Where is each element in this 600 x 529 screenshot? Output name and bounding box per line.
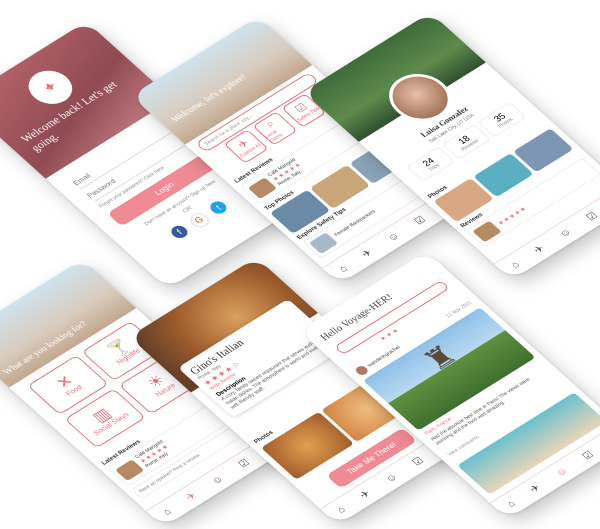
plane-icon[interactable]: ✈ <box>184 490 200 502</box>
plane-icon[interactable]: ✈ <box>532 243 548 255</box>
rating-stars: ★★★★★ <box>496 205 529 227</box>
checklist-icon[interactable]: ☑ <box>410 455 426 467</box>
review-thumbnail <box>114 458 144 481</box>
smile-icon[interactable]: ☺ <box>209 474 226 487</box>
home-icon[interactable]: ⌂ <box>508 259 522 270</box>
twitter-icon[interactable]: t <box>207 198 230 217</box>
avatar <box>353 364 370 377</box>
home-icon[interactable]: ⌂ <box>336 263 350 274</box>
checklist-icon[interactable]: ☑ <box>236 457 252 469</box>
smile-icon[interactable]: ☺ <box>553 466 570 479</box>
smile-icon[interactable]: ☺ <box>385 231 402 244</box>
google-icon[interactable]: G <box>186 210 213 231</box>
checklist-icon[interactable]: ☑ <box>580 449 596 461</box>
checklist-icon[interactable]: ☑ <box>412 214 428 226</box>
showcase-stage: ✦ Welcome back! Let's get going. Email P… <box>0 0 600 529</box>
facebook-icon[interactable]: f <box>168 223 191 241</box>
plane-icon[interactable]: ✈ <box>358 488 374 500</box>
home-icon[interactable]: ⌂ <box>160 506 174 517</box>
checklist-icon[interactable]: ☑ <box>584 210 600 222</box>
review-thumbnail <box>247 176 277 199</box>
plane-icon[interactable]: ✈ <box>528 482 544 494</box>
plane-icon[interactable]: ✈ <box>360 247 376 259</box>
review-thumbnail <box>472 220 502 243</box>
home-icon[interactable]: ⌂ <box>334 504 348 515</box>
safety-thumbnail <box>308 232 339 255</box>
smile-icon[interactable]: ☺ <box>383 472 400 485</box>
home-icon[interactable]: ⌂ <box>504 498 518 509</box>
smile-icon[interactable]: ☺ <box>557 227 574 240</box>
